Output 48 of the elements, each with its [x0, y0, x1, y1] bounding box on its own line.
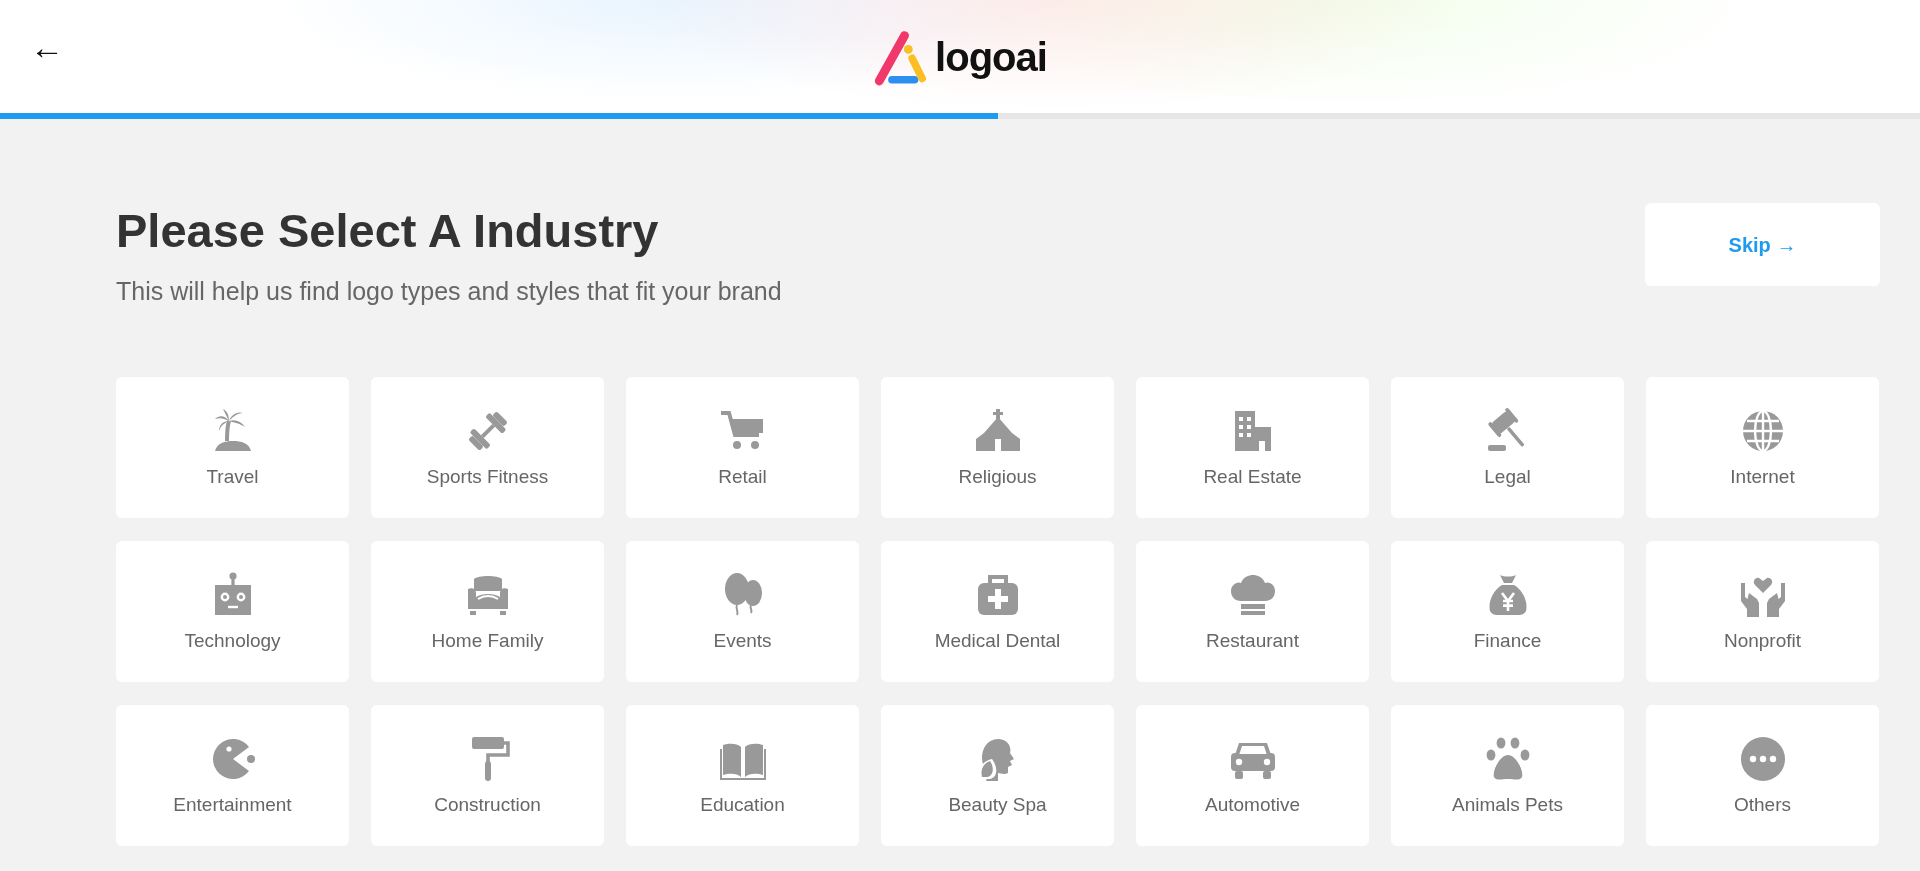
industry-tile[interactable]: Beauty Spa: [881, 704, 1114, 846]
industry-tile[interactable]: Travel: [116, 376, 349, 518]
industry-label: Travel: [206, 464, 259, 489]
page-title: Please Select A Industry: [116, 203, 660, 259]
industry-tile[interactable]: Technology: [116, 540, 349, 682]
industry-tile[interactable]: Retail: [626, 376, 859, 518]
industry-tile[interactable]: Nonprofit: [1646, 540, 1879, 682]
industry-label: Others: [1734, 792, 1791, 817]
industry-label: Animals Pets: [1452, 792, 1563, 817]
industry-tile[interactable]: Others: [1646, 704, 1879, 846]
industry-label: Legal: [1484, 464, 1531, 489]
back-button[interactable]: ←: [26, 30, 68, 64]
industry-tile[interactable]: Entertainment: [116, 704, 349, 846]
industry-label: Medical Dental: [934, 628, 1061, 653]
industry-label: Retail: [718, 464, 767, 489]
industry-tile[interactable]: Education: [626, 704, 859, 846]
industry-label: Beauty Spa: [948, 792, 1047, 817]
industry-label: Restaurant: [1206, 628, 1299, 653]
logo-text: logoai: [935, 33, 1047, 81]
industry-label: Nonprofit: [1723, 628, 1802, 653]
industry-label: Finance: [1473, 628, 1542, 653]
industry-tile[interactable]: Medical Dental: [881, 540, 1114, 682]
page-subtitle: This will help us find logo types and styles that fit your brand: [116, 276, 782, 308]
industry-label: Automotive: [1204, 792, 1300, 817]
industry-label: Sports Fitness: [426, 464, 549, 489]
industry-tile[interactable]: Sports Fitness: [371, 376, 604, 518]
more-icon: [1738, 734, 1787, 783]
industry-label: Entertainment: [173, 792, 292, 817]
industry-label: Education: [700, 792, 785, 817]
industry-tile[interactable]: Legal: [1391, 376, 1624, 518]
industry-tile[interactable]: Animals Pets: [1391, 704, 1624, 846]
industry-tile[interactable]: Restaurant: [1136, 540, 1369, 682]
industry-tile[interactable]: Religious: [881, 376, 1114, 518]
industry-label: Internet: [1730, 464, 1795, 489]
industry-tile[interactable]: Events: [626, 540, 859, 682]
industry-label: Home Family: [431, 628, 544, 653]
industry-tile[interactable]: Construction: [371, 704, 604, 846]
industry-label: Events: [713, 628, 772, 653]
industry-label: Real Estate: [1203, 464, 1302, 489]
industry-tile[interactable]: Internet: [1646, 376, 1879, 518]
skip-button[interactable]: Skip →: [1645, 203, 1880, 286]
industry-tile[interactable]: Real Estate: [1136, 376, 1369, 518]
industry-tile[interactable]: Finance: [1391, 540, 1624, 682]
industry-label: Religious: [958, 464, 1037, 489]
industry-tile[interactable]: Home Family: [371, 540, 604, 682]
industry-label: Technology: [184, 628, 281, 653]
industry-label: Construction: [434, 792, 541, 817]
industry-tile[interactable]: Automotive: [1136, 704, 1369, 846]
